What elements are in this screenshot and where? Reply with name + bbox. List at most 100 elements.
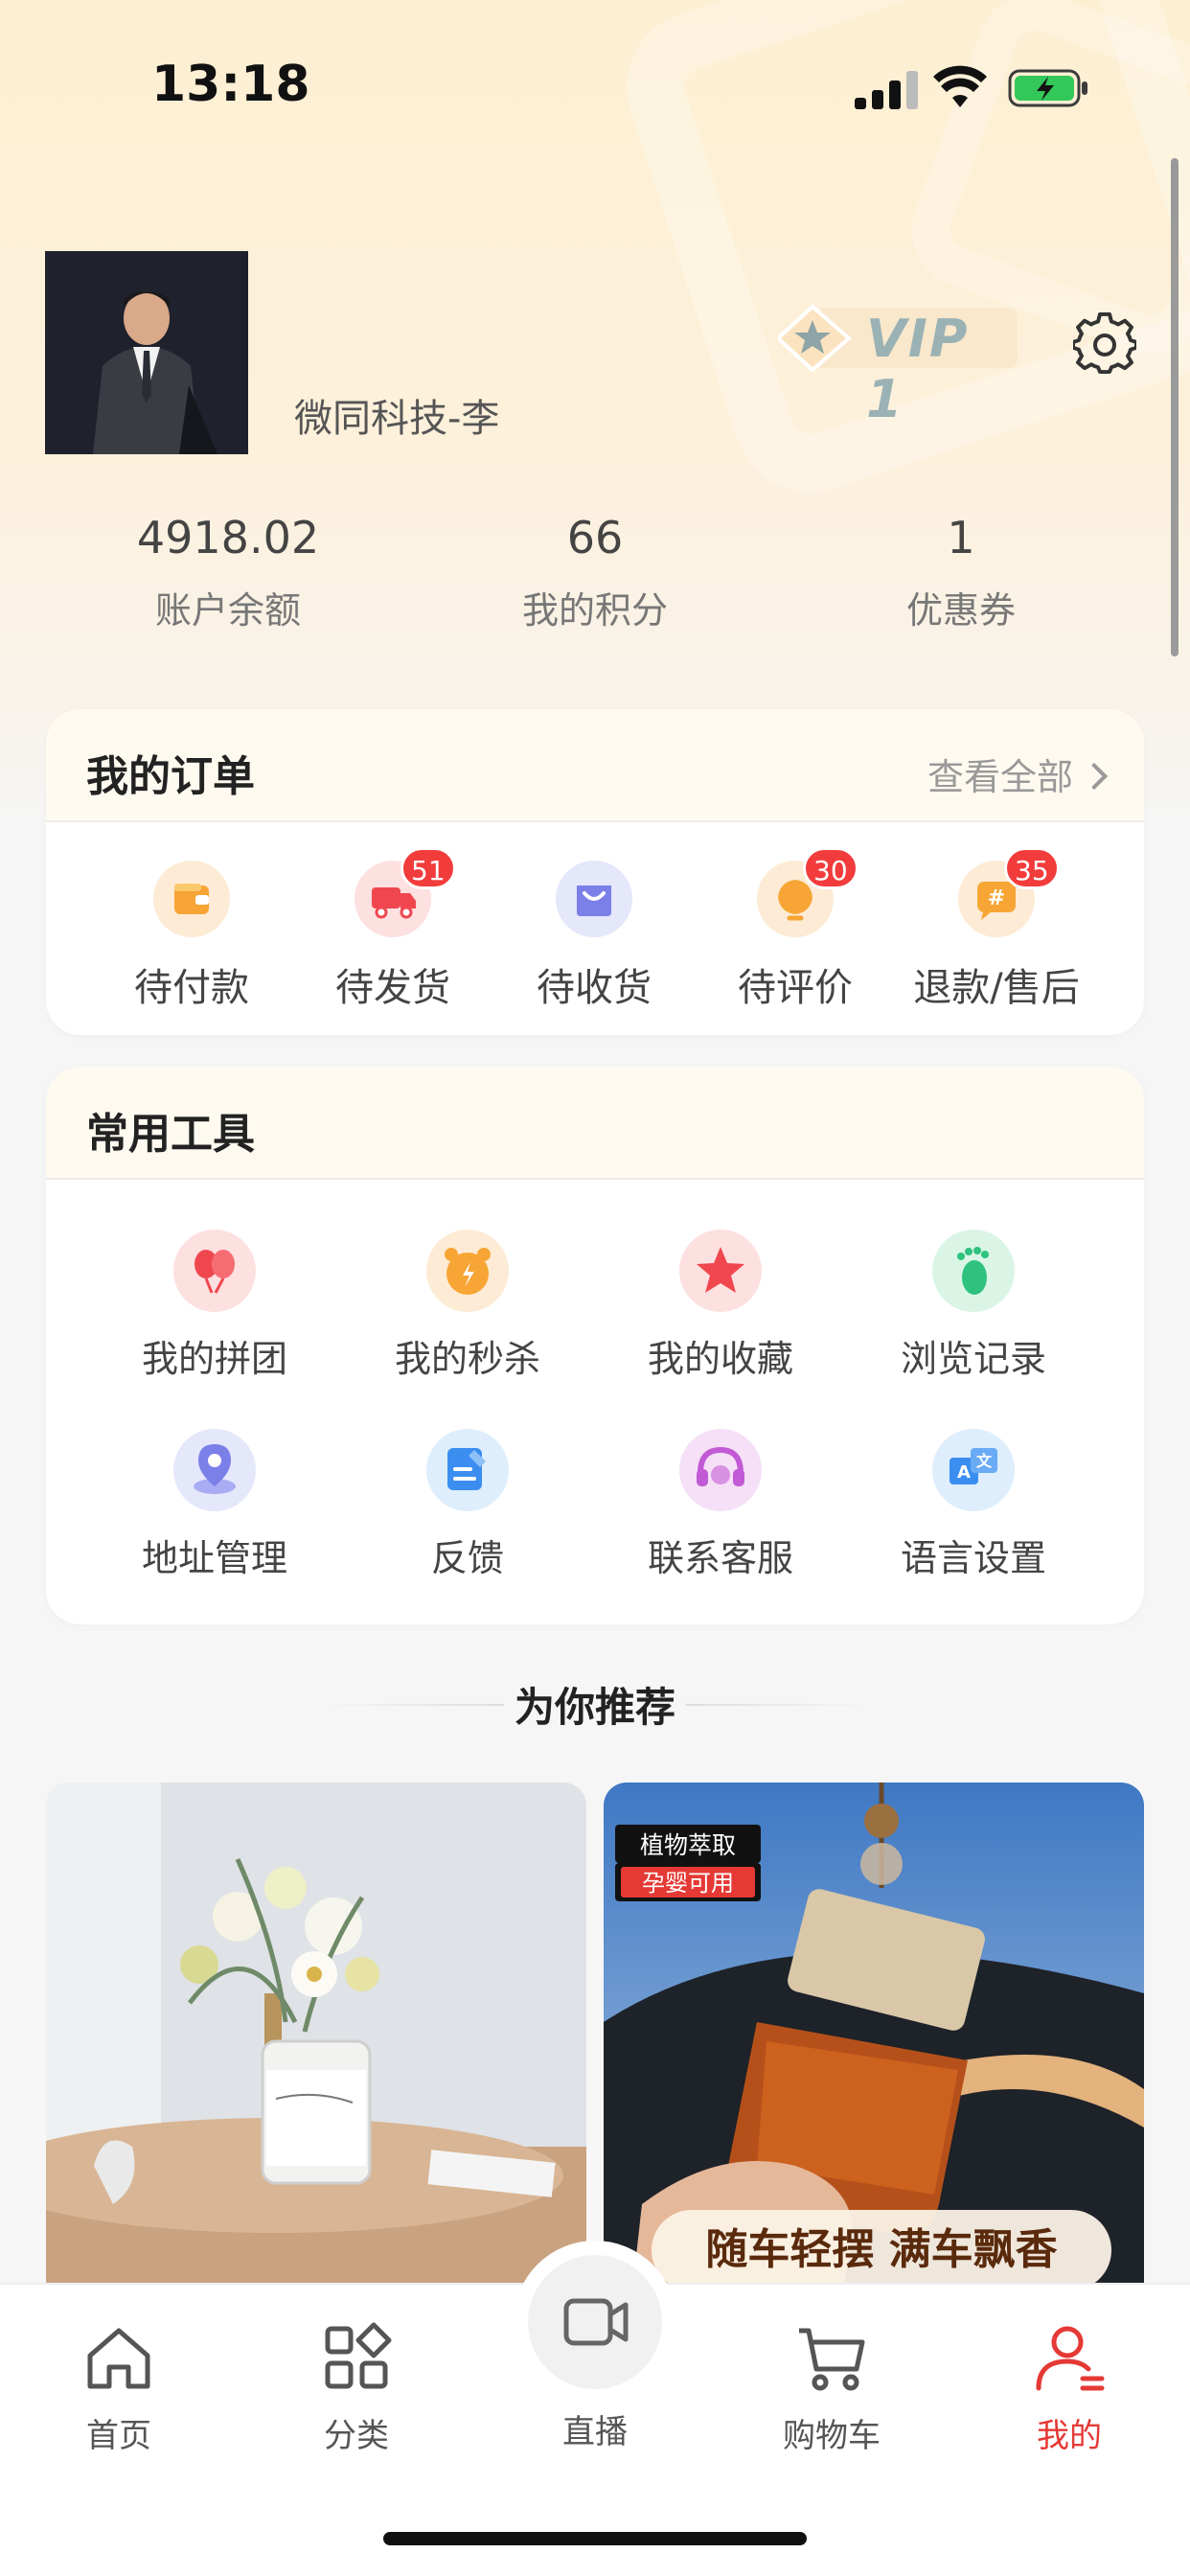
tool-label: 我的秒杀 xyxy=(394,1338,540,1380)
tab-category[interactable]: 分类 xyxy=(261,2319,452,2456)
tool-customer-service[interactable]: 联系客服 xyxy=(606,1429,835,1581)
tool-label: 地址管理 xyxy=(141,1537,287,1579)
category-icon xyxy=(325,2322,392,2389)
tools-card: 常用工具 我的拼团 我的秒杀 我的收藏 浏览记录 地址管理 反馈 联系客服 A … xyxy=(46,1067,1144,1624)
status-bar: 13:18 xyxy=(0,0,1190,144)
order-status-label: 待评价 xyxy=(738,966,853,1010)
product-image-flower-diffuser xyxy=(46,1782,586,2290)
order-status-label: 待付款 xyxy=(134,966,249,1010)
tab-home[interactable]: 首页 xyxy=(23,2319,215,2456)
order-status-refund[interactable]: # 35 退款/售后 xyxy=(891,847,1102,1012)
see-all-label: 查看全部 xyxy=(927,756,1073,798)
tool-flash-sale[interactable]: 我的秒杀 xyxy=(353,1230,583,1382)
battery-charging-icon xyxy=(1008,69,1087,107)
stat-label: 账户余额 xyxy=(154,589,301,632)
stat-value: 4918.02 xyxy=(136,512,320,564)
product-tag: 植物萃取 xyxy=(640,1831,736,1859)
refund-icon: # 35 xyxy=(958,847,1060,937)
tab-label: 首页 xyxy=(86,2417,151,2455)
recommend-section-header: 为你推荐 xyxy=(0,1668,1190,1735)
tool-label: 联系客服 xyxy=(647,1537,793,1579)
tool-label: 我的收藏 xyxy=(647,1338,793,1380)
stat-label: 我的积分 xyxy=(521,589,668,632)
svg-text:文: 文 xyxy=(976,1452,993,1470)
svg-text:#: # xyxy=(988,886,1005,910)
stat-coupons[interactable]: 1 优惠券 xyxy=(817,508,1105,633)
product-banner-text: 随车轻摆 满车飘香 xyxy=(705,2225,1057,2274)
status-time: 13:18 xyxy=(151,56,310,113)
box-icon xyxy=(556,861,632,937)
home-indicator xyxy=(383,2532,807,2545)
svg-text:A: A xyxy=(957,1462,971,1483)
order-status-pending-receipt[interactable]: 待收货 xyxy=(489,861,699,1012)
stat-points[interactable]: 66 我的积分 xyxy=(451,508,739,633)
tool-address[interactable]: 地址管理 xyxy=(100,1429,330,1581)
tool-label: 语言设置 xyxy=(900,1537,1046,1579)
language-icon: A文 xyxy=(932,1429,1015,1511)
vip-level-label: VIP 1 xyxy=(866,309,970,429)
tool-favorites[interactable]: 我的收藏 xyxy=(606,1230,835,1382)
product-card[interactable] xyxy=(46,1782,586,2290)
order-status-label: 退款/售后 xyxy=(913,966,1080,1010)
product-card[interactable]: 植物萃取 孕婴可用 随车轻摆 满车飘香 xyxy=(604,1782,1144,2290)
username: 微同科技-李 xyxy=(294,397,500,441)
order-status-label: 待收货 xyxy=(537,966,652,1010)
order-status-pending-shipment[interactable]: 51 待发货 xyxy=(287,847,498,1012)
wallet-icon xyxy=(153,861,230,937)
tool-language[interactable]: A文 语言设置 xyxy=(858,1429,1088,1581)
order-status-pending-review[interactable]: 30 待评价 xyxy=(690,847,901,1012)
feedback-icon xyxy=(426,1429,509,1511)
stat-balance[interactable]: 4918.02 账户余额 xyxy=(84,508,372,633)
wifi-icon xyxy=(933,65,987,107)
headset-icon xyxy=(679,1429,762,1511)
product-subtag: 孕婴可用 xyxy=(642,1870,734,1897)
account-stats: 4918.02 账户余额 66 我的积分 1 优惠券 xyxy=(0,508,1190,632)
stat-value: 1 xyxy=(947,512,975,564)
footprint-icon xyxy=(932,1230,1015,1312)
tools-card-header: 常用工具 xyxy=(46,1067,1144,1180)
tab-label: 直播 xyxy=(562,2413,628,2451)
truck-icon: 51 xyxy=(355,847,456,937)
order-status-pending-payment[interactable]: 待付款 xyxy=(86,861,297,1012)
location-icon xyxy=(173,1429,256,1511)
order-count-badge: 35 xyxy=(1004,847,1060,889)
tools-title: 常用工具 xyxy=(86,1110,255,1159)
review-icon: 30 xyxy=(757,847,858,937)
product-image-car-perfume: 植物萃取 孕婴可用 随车轻摆 满车飘香 xyxy=(604,1782,1144,2290)
tool-feedback[interactable]: 反馈 xyxy=(353,1429,583,1581)
alarm-icon xyxy=(426,1230,509,1312)
orders-title: 我的订单 xyxy=(86,752,255,801)
cellular-signal-icon xyxy=(855,69,924,109)
vip-badge[interactable]: VIP 1 xyxy=(778,305,1018,429)
user-icon xyxy=(1036,2326,1105,2391)
tab-label: 购物车 xyxy=(783,2417,881,2455)
video-camera-icon xyxy=(563,2298,629,2346)
tab-mine[interactable]: 我的 xyxy=(973,2319,1165,2456)
orders-card: 我的订单 查看全部 待付款 51 待发货 待收货 30 待评价 # 35 退款/… xyxy=(46,709,1144,1035)
order-count-badge: 51 xyxy=(400,847,456,889)
live-button[interactable] xyxy=(528,2255,662,2389)
tab-cart[interactable]: 购物车 xyxy=(736,2319,927,2456)
balloons-icon xyxy=(173,1230,256,1312)
avatar-photo xyxy=(45,251,248,454)
avatar[interactable] xyxy=(45,251,248,454)
stat-label: 优惠券 xyxy=(905,589,1016,632)
home-icon xyxy=(87,2328,150,2389)
tool-label: 我的拼团 xyxy=(141,1338,287,1380)
recommend-title: 为你推荐 xyxy=(514,1684,675,1731)
tool-label: 浏览记录 xyxy=(900,1338,1046,1380)
tab-label: 分类 xyxy=(324,2417,389,2455)
tool-group-buy[interactable]: 我的拼团 xyxy=(100,1230,330,1382)
stat-value: 66 xyxy=(566,512,624,564)
order-status-label: 待发货 xyxy=(335,966,450,1010)
gear-icon[interactable] xyxy=(1073,312,1136,376)
tool-label: 反馈 xyxy=(430,1537,504,1579)
orders-card-header: 我的订单 查看全部 xyxy=(46,709,1144,822)
order-count-badge: 30 xyxy=(803,847,858,889)
tab-live[interactable]: 直播 xyxy=(499,2396,691,2452)
see-all-orders-link[interactable]: 查看全部 xyxy=(927,748,1109,800)
tool-history[interactable]: 浏览记录 xyxy=(858,1230,1088,1382)
star-icon xyxy=(679,1230,762,1312)
cart-icon xyxy=(799,2328,865,2391)
tab-label: 我的 xyxy=(1037,2417,1102,2455)
